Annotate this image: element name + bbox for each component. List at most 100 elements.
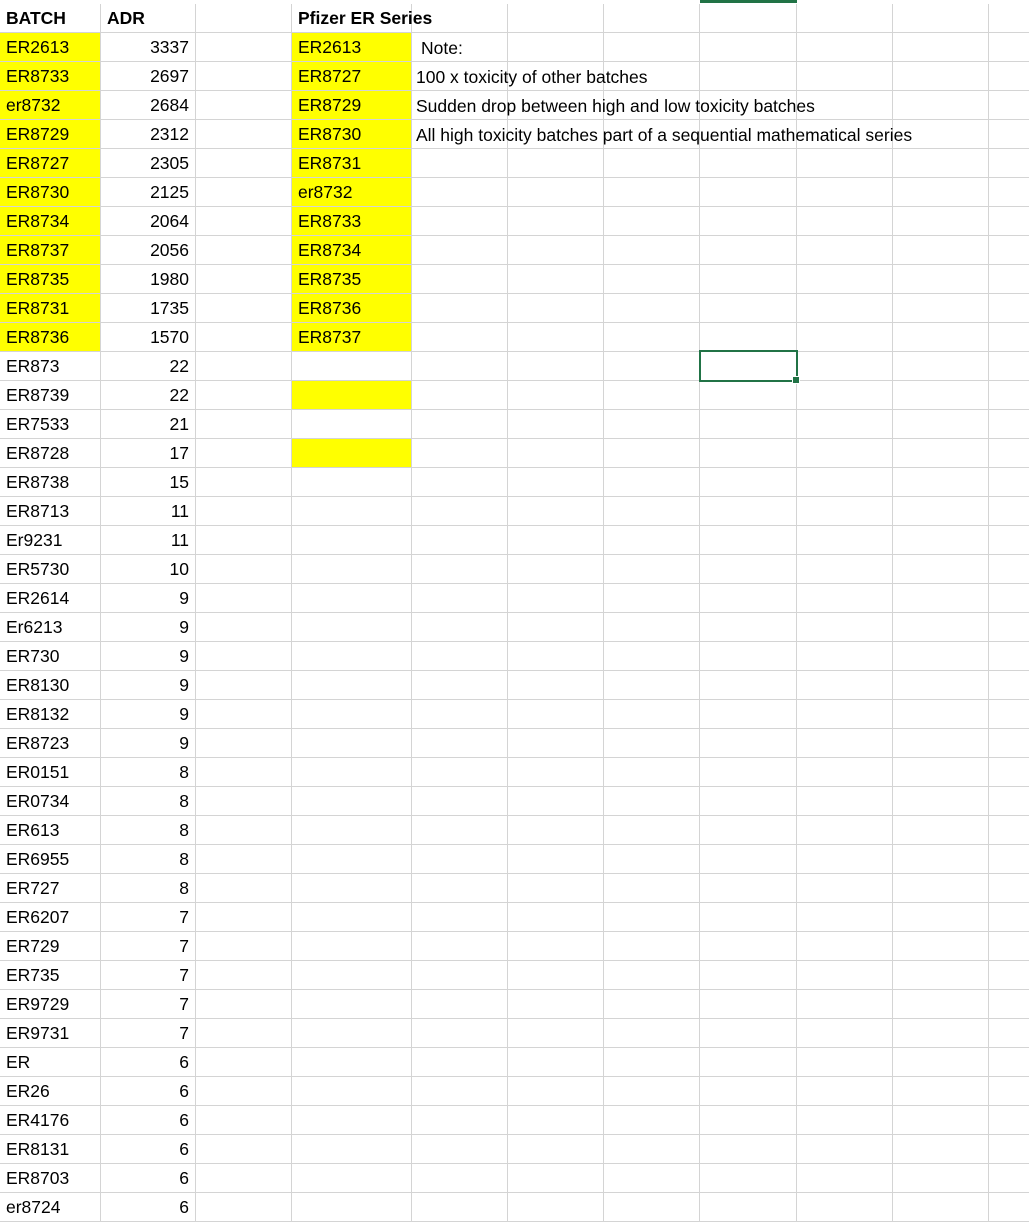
empty-cell[interactable] [508,642,604,671]
header-batch[interactable]: BATCH [0,4,101,33]
empty-cell[interactable] [196,845,292,874]
empty-cell[interactable] [412,236,508,265]
empty-cell[interactable] [508,149,604,178]
empty-cell[interactable] [797,236,893,265]
batch-cell[interactable]: ER8736 [0,323,101,352]
empty-cell[interactable] [893,1077,989,1106]
empty-cell[interactable] [508,468,604,497]
empty-cell[interactable] [797,62,893,91]
empty-cell[interactable] [700,1019,797,1048]
empty-cell[interactable] [196,932,292,961]
empty-cell[interactable] [196,555,292,584]
empty-cell[interactable] [604,236,700,265]
empty-cell[interactable] [700,584,797,613]
empty-cell[interactable] [196,700,292,729]
empty-cell[interactable] [196,178,292,207]
empty-cell[interactable] [700,323,797,352]
empty-cell[interactable] [604,787,700,816]
empty-cell[interactable] [412,294,508,323]
empty-cell[interactable] [196,381,292,410]
series-cell[interactable] [292,1106,412,1135]
empty-cell[interactable] [604,1164,700,1193]
empty-cell[interactable] [989,961,1029,990]
empty-cell[interactable] [508,236,604,265]
empty-cell[interactable] [893,1019,989,1048]
empty-cell[interactable] [989,381,1029,410]
adr-cell[interactable]: 7 [101,932,196,961]
empty-cell[interactable] [196,439,292,468]
empty-cell[interactable] [508,294,604,323]
empty-cell[interactable] [700,1164,797,1193]
empty-cell[interactable] [604,642,700,671]
empty-cell[interactable] [196,613,292,642]
series-cell[interactable] [292,787,412,816]
batch-cell[interactable]: ER8131 [0,1135,101,1164]
batch-cell[interactable]: ER613 [0,816,101,845]
adr-cell[interactable]: 11 [101,497,196,526]
empty-cell[interactable] [412,265,508,294]
empty-cell[interactable] [893,1048,989,1077]
empty-cell[interactable] [797,671,893,700]
empty-cell[interactable] [893,613,989,642]
empty-cell[interactable] [508,178,604,207]
empty-cell[interactable] [700,642,797,671]
adr-cell[interactable]: 22 [101,352,196,381]
series-cell[interactable] [292,468,412,497]
series-cell[interactable] [292,816,412,845]
empty-cell[interactable] [604,526,700,555]
batch-cell[interactable]: ER2614 [0,584,101,613]
empty-cell[interactable] [508,729,604,758]
empty-cell[interactable] [989,758,1029,787]
empty-cell[interactable] [196,1077,292,1106]
empty-cell[interactable] [508,1077,604,1106]
series-cell[interactable]: ER8736 [292,294,412,323]
empty-cell[interactable] [893,1135,989,1164]
empty-cell[interactable] [508,584,604,613]
empty-cell[interactable] [989,1135,1029,1164]
empty-cell[interactable] [508,1019,604,1048]
empty-cell[interactable] [989,903,1029,932]
series-cell[interactable] [292,381,412,410]
empty-cell[interactable] [196,323,292,352]
series-cell[interactable]: ER8731 [292,149,412,178]
batch-cell[interactable]: ER8735 [0,265,101,294]
empty-cell[interactable] [797,381,893,410]
empty-cell[interactable] [196,903,292,932]
empty-cell[interactable] [989,1048,1029,1077]
series-cell[interactable] [292,410,412,439]
batch-cell[interactable]: ER4176 [0,1106,101,1135]
empty-cell[interactable] [700,526,797,555]
empty-cell[interactable] [604,1106,700,1135]
adr-cell[interactable]: 2056 [101,236,196,265]
empty-cell[interactable] [700,1193,797,1222]
empty-cell[interactable] [604,758,700,787]
empty-cell[interactable] [700,990,797,1019]
empty-cell[interactable] [797,4,893,33]
empty-cell[interactable] [893,642,989,671]
empty-cell[interactable] [412,874,508,903]
empty-cell[interactable] [989,410,1029,439]
empty-cell[interactable] [412,758,508,787]
adr-cell[interactable]: 6 [101,1077,196,1106]
empty-cell[interactable] [196,120,292,149]
empty-cell[interactable] [196,352,292,381]
series-cell[interactable]: ER8734 [292,236,412,265]
empty-cell[interactable] [989,729,1029,758]
empty-cell[interactable] [196,1048,292,1077]
empty-cell[interactable] [893,1106,989,1135]
empty-cell[interactable] [196,207,292,236]
empty-cell[interactable] [412,1077,508,1106]
batch-cell[interactable]: Er9231 [0,526,101,555]
empty-cell[interactable] [893,787,989,816]
adr-cell[interactable]: 6 [101,1048,196,1077]
empty-cell[interactable] [508,1106,604,1135]
adr-cell[interactable]: 2684 [101,91,196,120]
batch-cell[interactable]: er8724 [0,1193,101,1222]
batch-cell[interactable]: ER9731 [0,1019,101,1048]
empty-cell[interactable] [797,1048,893,1077]
empty-cell[interactable] [196,4,292,33]
empty-cell[interactable] [700,903,797,932]
adr-cell[interactable]: 2312 [101,120,196,149]
empty-cell[interactable] [508,1164,604,1193]
empty-cell[interactable] [893,149,989,178]
